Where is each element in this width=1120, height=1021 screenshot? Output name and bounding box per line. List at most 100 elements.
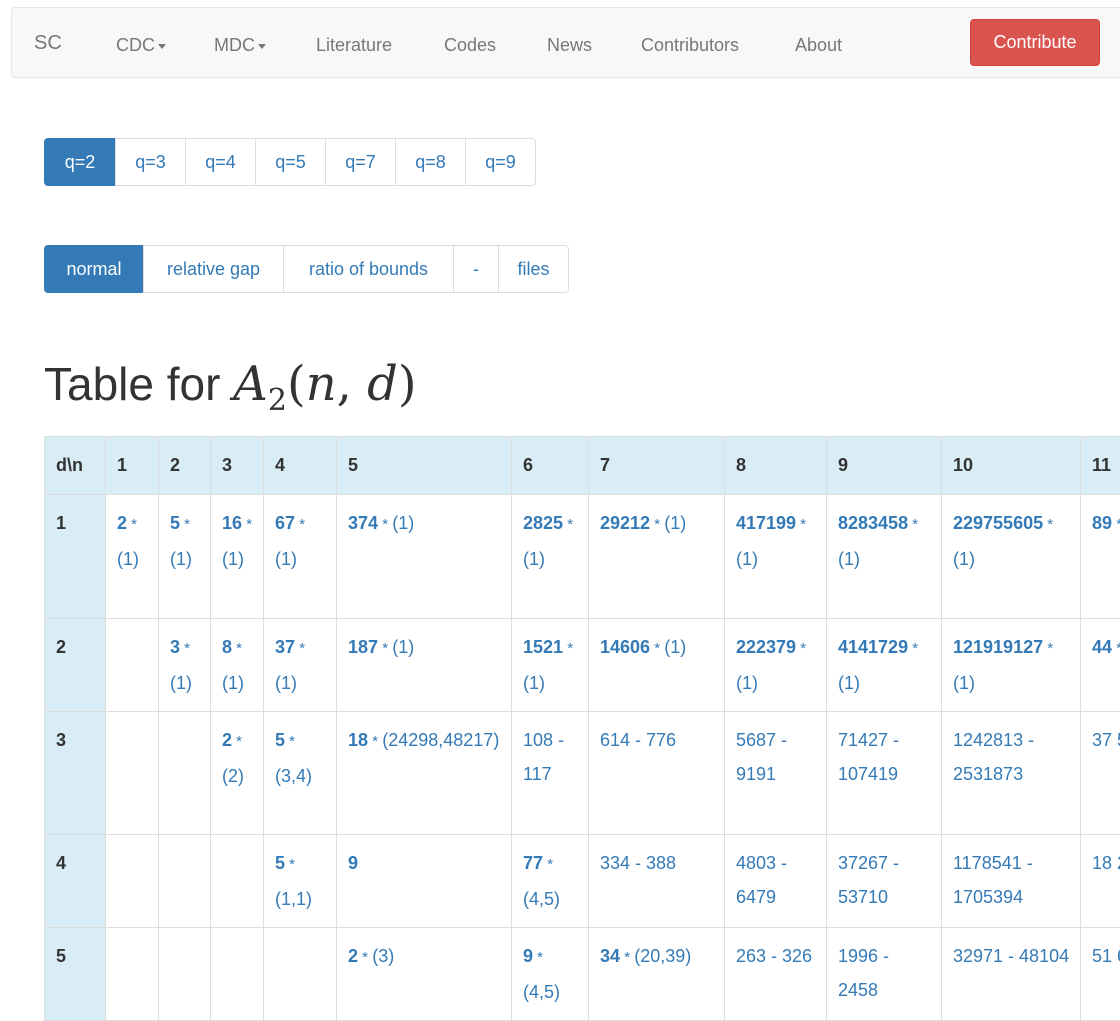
reference-link[interactable]: (1) xyxy=(664,513,686,533)
bound-value-link[interactable]: 89 xyxy=(1092,513,1112,533)
reference-link[interactable]: (1) xyxy=(523,673,545,693)
bound-value-link[interactable]: 32971 - 48104 xyxy=(953,946,1069,966)
table-cell[interactable]: 229755605 * (1) xyxy=(942,495,1081,619)
q-option[interactable]: q=3 xyxy=(115,138,186,186)
view-option-relative-gap[interactable]: relative gap xyxy=(143,245,284,293)
table-cell[interactable]: 34 * (20,39) xyxy=(589,928,725,1021)
bound-value-link[interactable]: 263 - 326 xyxy=(736,946,812,966)
bound-value-link[interactable]: 8 xyxy=(222,637,232,657)
nav-cdc-dropdown[interactable]: CDC xyxy=(116,35,166,55)
bound-value-link[interactable]: 16 xyxy=(222,513,242,533)
table-cell[interactable]: 4141729 * (1) xyxy=(827,619,942,712)
table-cell[interactable]: 77 * (4,5) xyxy=(512,835,589,928)
reference-link[interactable]: (1) xyxy=(275,673,297,693)
bound-value-link[interactable]: 44 xyxy=(1092,637,1112,657)
table-cell[interactable]: 2 * (3) xyxy=(337,928,512,1021)
bound-value-link[interactable]: 9 xyxy=(348,853,358,873)
q-option[interactable]: q=4 xyxy=(185,138,256,186)
brand-link[interactable]: SC xyxy=(34,32,62,54)
q-option[interactable]: q=7 xyxy=(325,138,396,186)
bound-value-link[interactable]: 187 xyxy=(348,637,378,657)
reference-link[interactable]: (1) xyxy=(953,673,975,693)
bound-value-link[interactable]: 37 xyxy=(275,637,295,657)
reference-link[interactable]: (1) xyxy=(736,673,758,693)
nav-mdc-dropdown[interactable]: MDC xyxy=(214,35,266,55)
bound-value-link[interactable]: 2 xyxy=(348,946,358,966)
reference-link[interactable]: (4,5) xyxy=(523,889,560,909)
table-cell[interactable]: 37 * (1) xyxy=(264,619,337,712)
bound-value-link[interactable]: 5687 - 9191 xyxy=(736,730,787,784)
table-cell[interactable]: 5687 - 9191 xyxy=(725,712,827,835)
bound-value-link[interactable]: 374 xyxy=(348,513,378,533)
view-option-normal[interactable]: normal xyxy=(44,245,144,293)
table-cell[interactable]: 2 * (2) xyxy=(211,712,264,835)
table-cell[interactable]: 51 66 xyxy=(1081,928,1120,1021)
table-cell[interactable]: 2825 * (1) xyxy=(512,495,589,619)
table-cell[interactable]: 222379 * (1) xyxy=(725,619,827,712)
table-cell[interactable]: 32971 - 48104 xyxy=(942,928,1081,1021)
table-cell[interactable]: 5 * (1) xyxy=(159,495,211,619)
bound-value-link[interactable]: 37267 - 53710 xyxy=(838,853,899,907)
reference-link[interactable]: (1) xyxy=(392,637,414,657)
table-cell[interactable]: 108 - 117 xyxy=(512,712,589,835)
view-option-dash[interactable]: - xyxy=(453,245,499,293)
bound-value-link[interactable]: 29212 xyxy=(600,513,650,533)
bound-value-link[interactable]: 417199 xyxy=(736,513,796,533)
reference-link[interactable]: (4,5) xyxy=(523,982,560,1002)
table-cell[interactable]: 9 xyxy=(337,835,512,928)
bound-value-link[interactable]: 8283458 xyxy=(838,513,908,533)
bound-value-link[interactable]: 1521 xyxy=(523,637,563,657)
q-option[interactable]: q=5 xyxy=(255,138,326,186)
table-cell[interactable]: 334 - 388 xyxy=(589,835,725,928)
bound-value-link[interactable]: 5 xyxy=(275,730,285,750)
reference-link[interactable]: (1) xyxy=(170,549,192,569)
reference-link[interactable]: (1) xyxy=(392,513,414,533)
bound-value-link[interactable]: 34 xyxy=(600,946,620,966)
bound-value-link[interactable]: 334 - 388 xyxy=(600,853,676,873)
bound-value-link[interactable]: 18 28 xyxy=(1092,853,1120,873)
bound-value-link[interactable]: 1242813 - 2531873 xyxy=(953,730,1034,784)
bound-value-link[interactable]: 108 - 117 xyxy=(523,730,564,784)
nav-about[interactable]: About xyxy=(795,35,842,55)
table-cell[interactable]: 71427 - 107419 xyxy=(827,712,942,835)
table-cell[interactable]: 16 * (1) xyxy=(211,495,264,619)
table-cell[interactable]: 187 * (1) xyxy=(337,619,512,712)
view-option-ratio-of-bounds[interactable]: ratio of bounds xyxy=(283,245,454,293)
view-option-files[interactable]: files xyxy=(498,245,569,293)
bound-value-link[interactable]: 77 xyxy=(523,853,543,873)
reference-link[interactable]: (1) xyxy=(275,549,297,569)
bound-value-link[interactable]: 2 xyxy=(222,730,232,750)
bound-value-link[interactable]: 2 xyxy=(117,513,127,533)
reference-link[interactable]: (1) xyxy=(736,549,758,569)
reference-link[interactable]: (1) xyxy=(222,673,244,693)
reference-link[interactable]: (3,4) xyxy=(275,766,312,786)
reference-link[interactable]: (24298,48217) xyxy=(382,730,499,750)
reference-link[interactable]: (1) xyxy=(222,549,244,569)
reference-link[interactable]: (3) xyxy=(372,946,394,966)
table-cell[interactable]: 8 * (1) xyxy=(211,619,264,712)
bound-value-link[interactable]: 2825 xyxy=(523,513,563,533)
table-cell[interactable]: 37 57 xyxy=(1081,712,1120,835)
table-cell[interactable]: 2 * (1) xyxy=(106,495,159,619)
table-cell[interactable]: 89 * (1 xyxy=(1081,495,1120,619)
table-cell[interactable]: 14606 * (1) xyxy=(589,619,725,712)
bound-value-link[interactable]: 121919127 xyxy=(953,637,1043,657)
reference-link[interactable]: (2) xyxy=(222,766,244,786)
bound-value-link[interactable]: 67 xyxy=(275,513,295,533)
bound-value-link[interactable]: 71427 - 107419 xyxy=(838,730,899,784)
bound-value-link[interactable]: 229755605 xyxy=(953,513,1043,533)
table-cell[interactable]: 374 * (1) xyxy=(337,495,512,619)
table-cell[interactable]: 121919127 * (1) xyxy=(942,619,1081,712)
reference-link[interactable]: (1) xyxy=(838,673,860,693)
bound-value-link[interactable]: 5 xyxy=(170,513,180,533)
reference-link[interactable]: (1) xyxy=(523,549,545,569)
bound-value-link[interactable]: 1996 - 2458 xyxy=(838,946,889,1000)
nav-literature[interactable]: Literature xyxy=(316,35,392,55)
table-cell[interactable]: 263 - 326 xyxy=(725,928,827,1021)
bound-value-link[interactable]: 5 xyxy=(275,853,285,873)
reference-link[interactable]: (1) xyxy=(664,637,686,657)
bound-value-link[interactable]: 14606 xyxy=(600,637,650,657)
reference-link[interactable]: (20,39) xyxy=(634,946,691,966)
bound-value-link[interactable]: 4141729 xyxy=(838,637,908,657)
table-cell[interactable]: 614 - 776 xyxy=(589,712,725,835)
